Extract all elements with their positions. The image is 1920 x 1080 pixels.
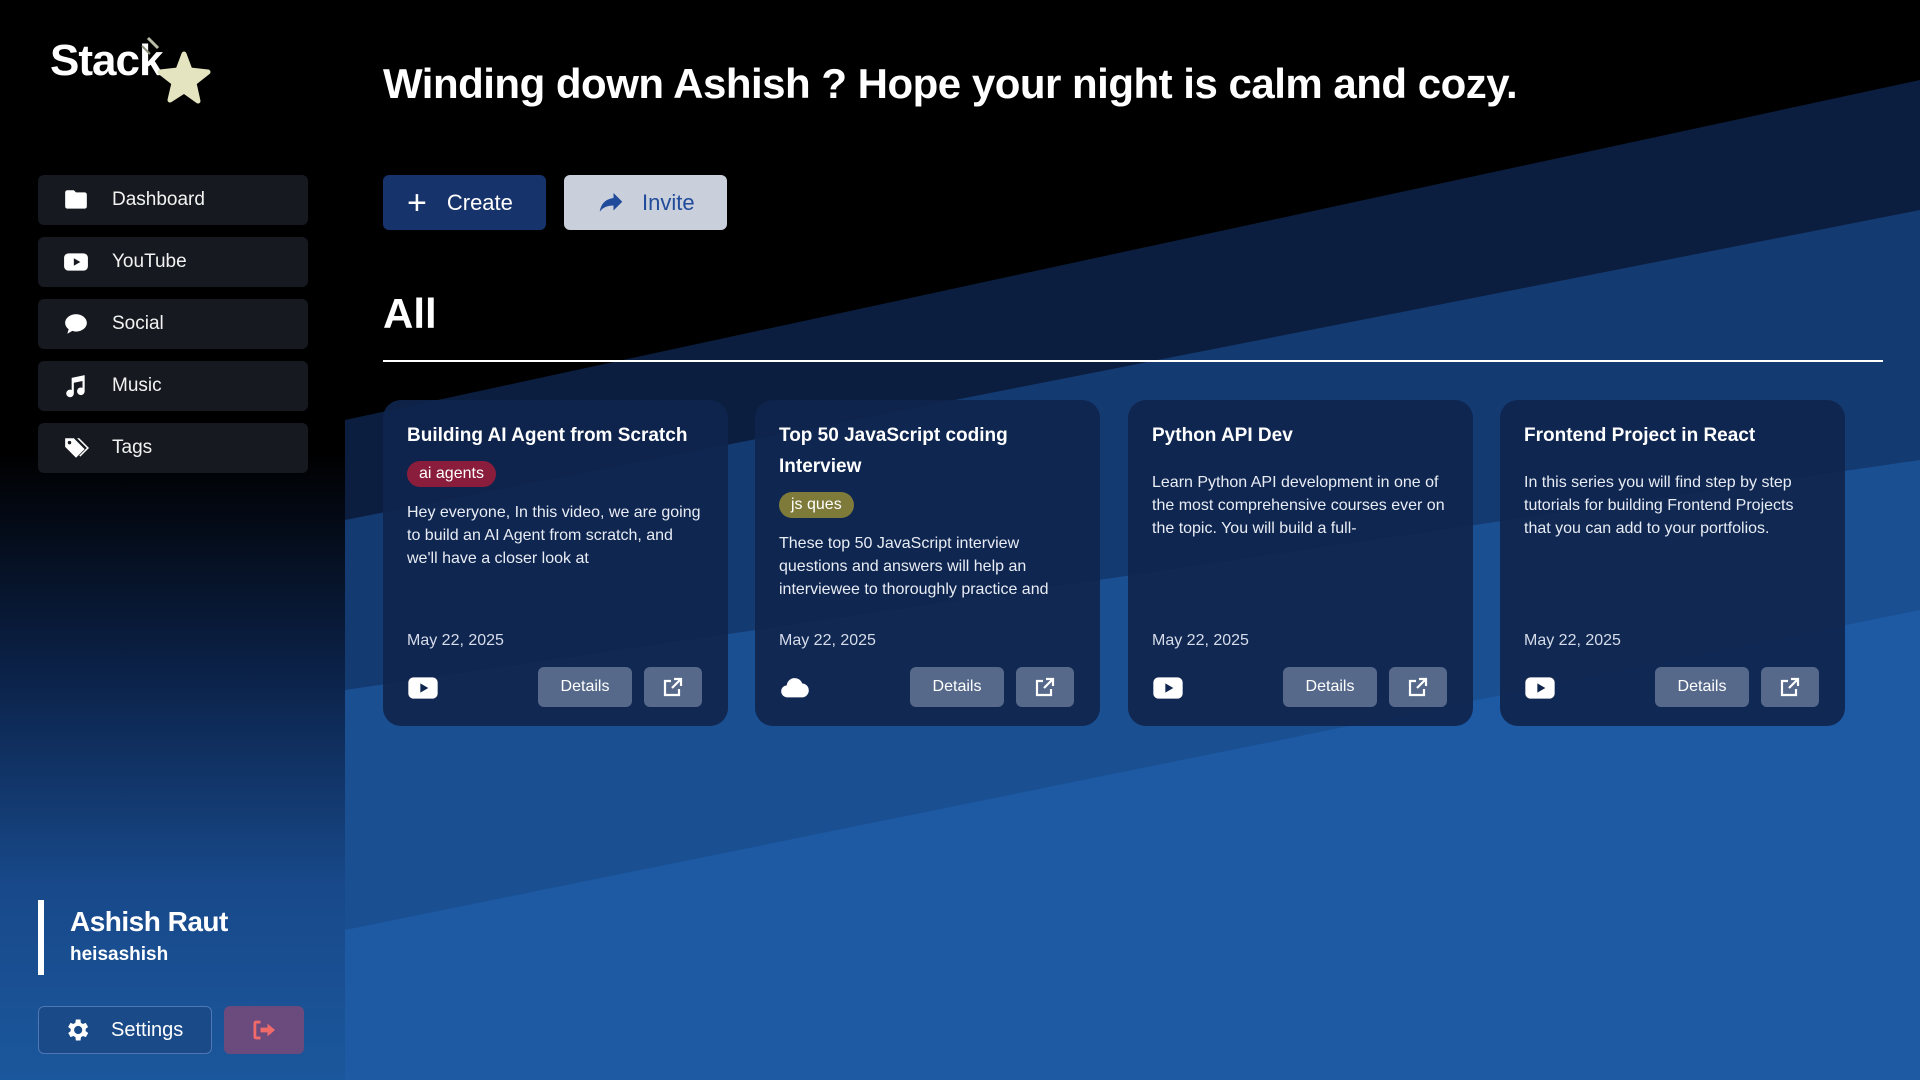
card-description: Hey everyone, In this video, we are goin…: [407, 504, 701, 567]
card-title: Building AI Agent from Scratch: [407, 425, 688, 446]
external-link-icon: [1408, 677, 1428, 697]
invite-label: Invite: [642, 189, 695, 215]
app-logo[interactable]: Stack: [50, 32, 220, 112]
tag-badge[interactable]: ai agents: [407, 461, 496, 487]
section-divider: [383, 360, 1883, 362]
music-note-icon: [62, 372, 90, 400]
card-description: Learn Python API development in one of t…: [1152, 474, 1445, 537]
share-icon: [599, 192, 623, 212]
chat-bubble-icon: [62, 310, 90, 338]
star-icon: [141, 36, 211, 104]
open-link-button[interactable]: [1016, 667, 1074, 707]
sidebar-item-label: Music: [112, 375, 162, 396]
card-date: May 22, 2025: [407, 632, 504, 649]
create-button[interactable]: + Create: [383, 175, 546, 230]
plus-icon: +: [407, 183, 427, 222]
youtube-icon: [1152, 672, 1184, 704]
logout-icon: [253, 1020, 276, 1040]
sidebar-item-label: YouTube: [112, 251, 187, 272]
tags-icon: [62, 434, 90, 462]
sidebar-item-label: Dashboard: [112, 189, 205, 210]
card-date: May 22, 2025: [1524, 632, 1621, 649]
open-link-button[interactable]: [644, 667, 702, 707]
invite-button[interactable]: Invite: [564, 175, 727, 230]
open-link-button[interactable]: [1389, 667, 1447, 707]
create-label: Create: [446, 189, 513, 215]
sidebar: Stack Dashboard YouTube Social Music Tag…: [0, 0, 345, 1080]
external-link-icon: [663, 677, 683, 697]
external-link-icon: [1780, 677, 1800, 697]
details-button[interactable]: Details: [538, 667, 632, 707]
tag-badge[interactable]: js ques: [779, 492, 854, 518]
card-title: Top 50 JavaScript coding Interview: [779, 425, 1008, 477]
page-greeting: Winding down Ashish ? Hope your night is…: [383, 60, 1518, 107]
sidebar-item-music[interactable]: Music: [38, 361, 308, 411]
content-card[interactable]: Top 50 JavaScript coding Interview js qu…: [755, 400, 1100, 726]
settings-label: Settings: [111, 1018, 184, 1041]
user-name: Ashish Raut: [70, 906, 228, 937]
sidebar-item-tags[interactable]: Tags: [38, 423, 308, 473]
details-button[interactable]: Details: [1655, 667, 1749, 707]
user-handle: heisashish: [70, 944, 169, 965]
youtube-icon: [407, 672, 439, 704]
card-date: May 22, 2025: [779, 632, 876, 649]
sidebar-nav: Dashboard YouTube Social Music Tags: [38, 175, 308, 485]
sidebar-item-label: Social: [112, 313, 164, 334]
card-title: Python API Dev: [1152, 425, 1293, 446]
sidebar-item-youtube[interactable]: YouTube: [38, 237, 308, 287]
settings-button[interactable]: Settings: [38, 1006, 212, 1054]
content-card[interactable]: Python API Dev Learn Python API developm…: [1128, 400, 1473, 726]
sidebar-item-dashboard[interactable]: Dashboard: [38, 175, 308, 225]
youtube-icon: [62, 248, 90, 276]
details-button[interactable]: Details: [910, 667, 1004, 707]
card-description: In this series you will find step by ste…: [1524, 474, 1794, 537]
card-description: These top 50 JavaScript interview questi…: [779, 535, 1049, 598]
sidebar-item-label: Tags: [112, 437, 153, 458]
folder-icon: [62, 186, 90, 214]
external-link-icon: [1035, 677, 1055, 697]
youtube-icon: [1524, 672, 1556, 704]
gear-icon: [68, 1019, 89, 1041]
section-title: All: [383, 290, 437, 337]
user-profile: Ashish Raut heisashish: [38, 900, 228, 975]
details-button[interactable]: Details: [1283, 667, 1377, 707]
content-card[interactable]: Frontend Project in React In this series…: [1500, 400, 1845, 726]
open-link-button[interactable]: [1761, 667, 1819, 707]
content-card[interactable]: Building AI Agent from Scratch ai agents…: [383, 400, 728, 726]
logout-button[interactable]: [224, 1006, 304, 1054]
card-date: May 22, 2025: [1152, 632, 1249, 649]
sidebar-item-social[interactable]: Social: [38, 299, 308, 349]
card-title: Frontend Project in React: [1524, 425, 1756, 446]
cloud-icon: [779, 672, 811, 704]
